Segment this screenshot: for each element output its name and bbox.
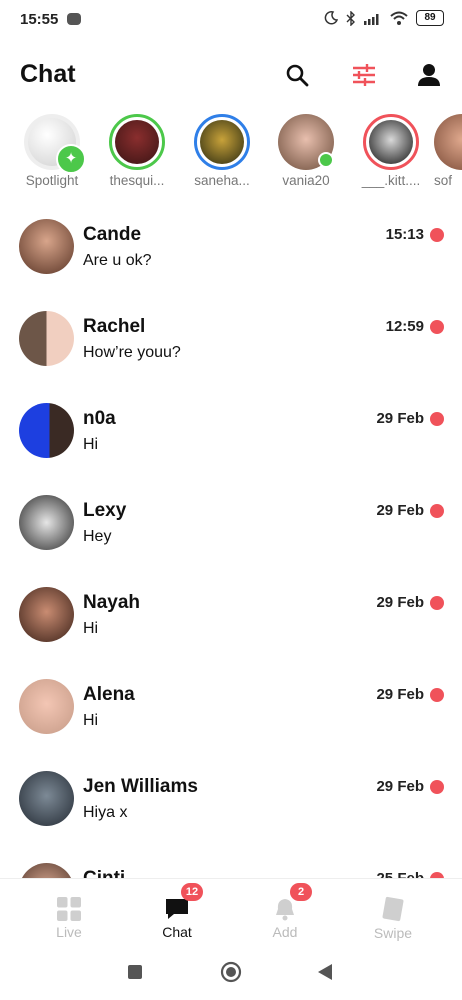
story-avatar xyxy=(194,114,250,170)
chat-name: Lexy xyxy=(83,500,127,521)
tab-chat[interactable]: 12 Chat xyxy=(137,883,217,940)
chat-row[interactable]: Rachel How’re youu? 12:59 xyxy=(0,300,462,392)
message-notification-icon xyxy=(67,13,81,25)
spotlight-avatar: ✦ xyxy=(24,114,86,174)
tab-live[interactable]: Live xyxy=(29,887,109,940)
story-item[interactable]: vania20 xyxy=(264,114,348,188)
unread-indicator xyxy=(430,780,444,794)
chat-preview: Are u ok? xyxy=(83,252,152,269)
tab-swipe[interactable]: Swipe xyxy=(353,887,433,941)
story-item[interactable]: sof xyxy=(434,114,462,188)
unread-indicator xyxy=(430,596,444,610)
chat-preview: Hi xyxy=(83,712,99,729)
story-name: vania20 xyxy=(282,173,330,188)
story-item[interactable]: thesqui... xyxy=(95,114,179,188)
bell-icon xyxy=(276,899,294,921)
moon-icon xyxy=(324,11,338,25)
avatar xyxy=(19,587,74,642)
chat-row[interactable]: Lexy Hey 29 Feb xyxy=(0,484,462,576)
back-icon[interactable] xyxy=(318,964,332,980)
system-navigation-bar xyxy=(0,944,462,1000)
avatar xyxy=(19,219,74,274)
stories-carousel[interactable]: ✦ Spotlight thesqui... saneha... vania20… xyxy=(0,114,462,198)
chat-preview: Hi xyxy=(83,620,99,637)
unread-indicator xyxy=(430,228,444,242)
chat-time: 29 Feb xyxy=(376,410,424,427)
story-name: thesqui... xyxy=(109,173,165,188)
spotlight-icon: ✦ xyxy=(56,144,86,174)
story-avatar xyxy=(278,114,334,170)
tab-label: Chat xyxy=(162,924,192,940)
chat-preview: How’re youu? xyxy=(83,344,181,361)
tab-add[interactable]: 2 Add xyxy=(245,883,325,940)
chat-preview: Hi xyxy=(83,436,99,453)
avatar xyxy=(19,311,74,366)
chat-row[interactable]: Cande Are u ok? 15:13 xyxy=(0,208,462,300)
chat-preview: Hey xyxy=(83,528,112,545)
story-spotlight[interactable]: ✦ Spotlight xyxy=(10,114,94,188)
notification-count-badge: 2 xyxy=(290,883,312,901)
chat-row[interactable]: Alena Hi 29 Feb xyxy=(0,668,462,760)
tab-label: Add xyxy=(272,924,298,940)
avatar xyxy=(19,679,74,734)
profile-icon[interactable] xyxy=(416,62,442,88)
app-header: Chat xyxy=(0,48,462,104)
chat-preview: Hiya x xyxy=(83,804,128,821)
chat-name: Cande xyxy=(83,224,142,245)
chat-time: 29 Feb xyxy=(376,594,424,611)
story-item[interactable]: ___.kitt.... xyxy=(349,114,433,188)
status-bar: 15:55 89 xyxy=(0,0,462,40)
tab-label: Swipe xyxy=(373,925,413,941)
chat-name: Alena xyxy=(83,684,135,705)
bluetooth-icon xyxy=(346,10,355,26)
chat-name: Rachel xyxy=(83,316,146,337)
bottom-nav: Live 12 Chat 2 Add Swipe xyxy=(0,878,462,945)
chat-name: Jen Williams xyxy=(83,776,198,797)
story-avatar xyxy=(363,114,419,170)
recent-apps-icon[interactable] xyxy=(128,965,142,979)
unread-count-badge: 12 xyxy=(181,883,203,901)
filter-sliders-icon[interactable] xyxy=(351,62,377,88)
chat-row[interactable]: Jen Williams Hiya x 29 Feb xyxy=(0,760,462,852)
chat-time: 12:59 xyxy=(385,318,424,335)
chat-row[interactable]: n0a Hi 29 Feb xyxy=(0,392,462,484)
chat-time: 29 Feb xyxy=(376,502,424,519)
story-name: sof xyxy=(434,173,453,188)
online-indicator xyxy=(318,152,334,168)
chat-row[interactable]: Nayah Hi 29 Feb xyxy=(0,576,462,668)
tab-label: Live xyxy=(56,924,82,940)
story-name: saneha... xyxy=(194,173,250,188)
grid-icon xyxy=(57,897,81,921)
unread-indicator xyxy=(430,412,444,426)
search-icon[interactable] xyxy=(284,62,310,88)
chat-time: 29 Feb xyxy=(376,686,424,703)
chat-name: n0a xyxy=(83,408,116,429)
status-time: 15:55 xyxy=(20,11,59,28)
story-avatar xyxy=(434,114,462,170)
wifi-icon xyxy=(390,11,408,25)
chat-time: 15:13 xyxy=(385,226,424,243)
story-name: Spotlight xyxy=(25,173,79,188)
story-avatar xyxy=(109,114,165,170)
chat-bubble-icon xyxy=(166,899,188,919)
unread-indicator xyxy=(430,688,444,702)
unread-indicator xyxy=(430,320,444,334)
chat-name: Nayah xyxy=(83,592,141,613)
avatar xyxy=(19,403,74,458)
page-title: Chat xyxy=(20,60,76,88)
chat-time: 29 Feb xyxy=(376,778,424,795)
home-icon[interactable] xyxy=(220,961,242,983)
avatar xyxy=(19,771,74,826)
story-item[interactable]: saneha... xyxy=(180,114,264,188)
card-icon xyxy=(382,896,404,922)
battery-indicator: 89 xyxy=(416,10,444,26)
avatar xyxy=(19,495,74,550)
story-name: ___.kitt.... xyxy=(361,173,421,188)
unread-indicator xyxy=(430,504,444,518)
signal-icon xyxy=(364,13,379,25)
